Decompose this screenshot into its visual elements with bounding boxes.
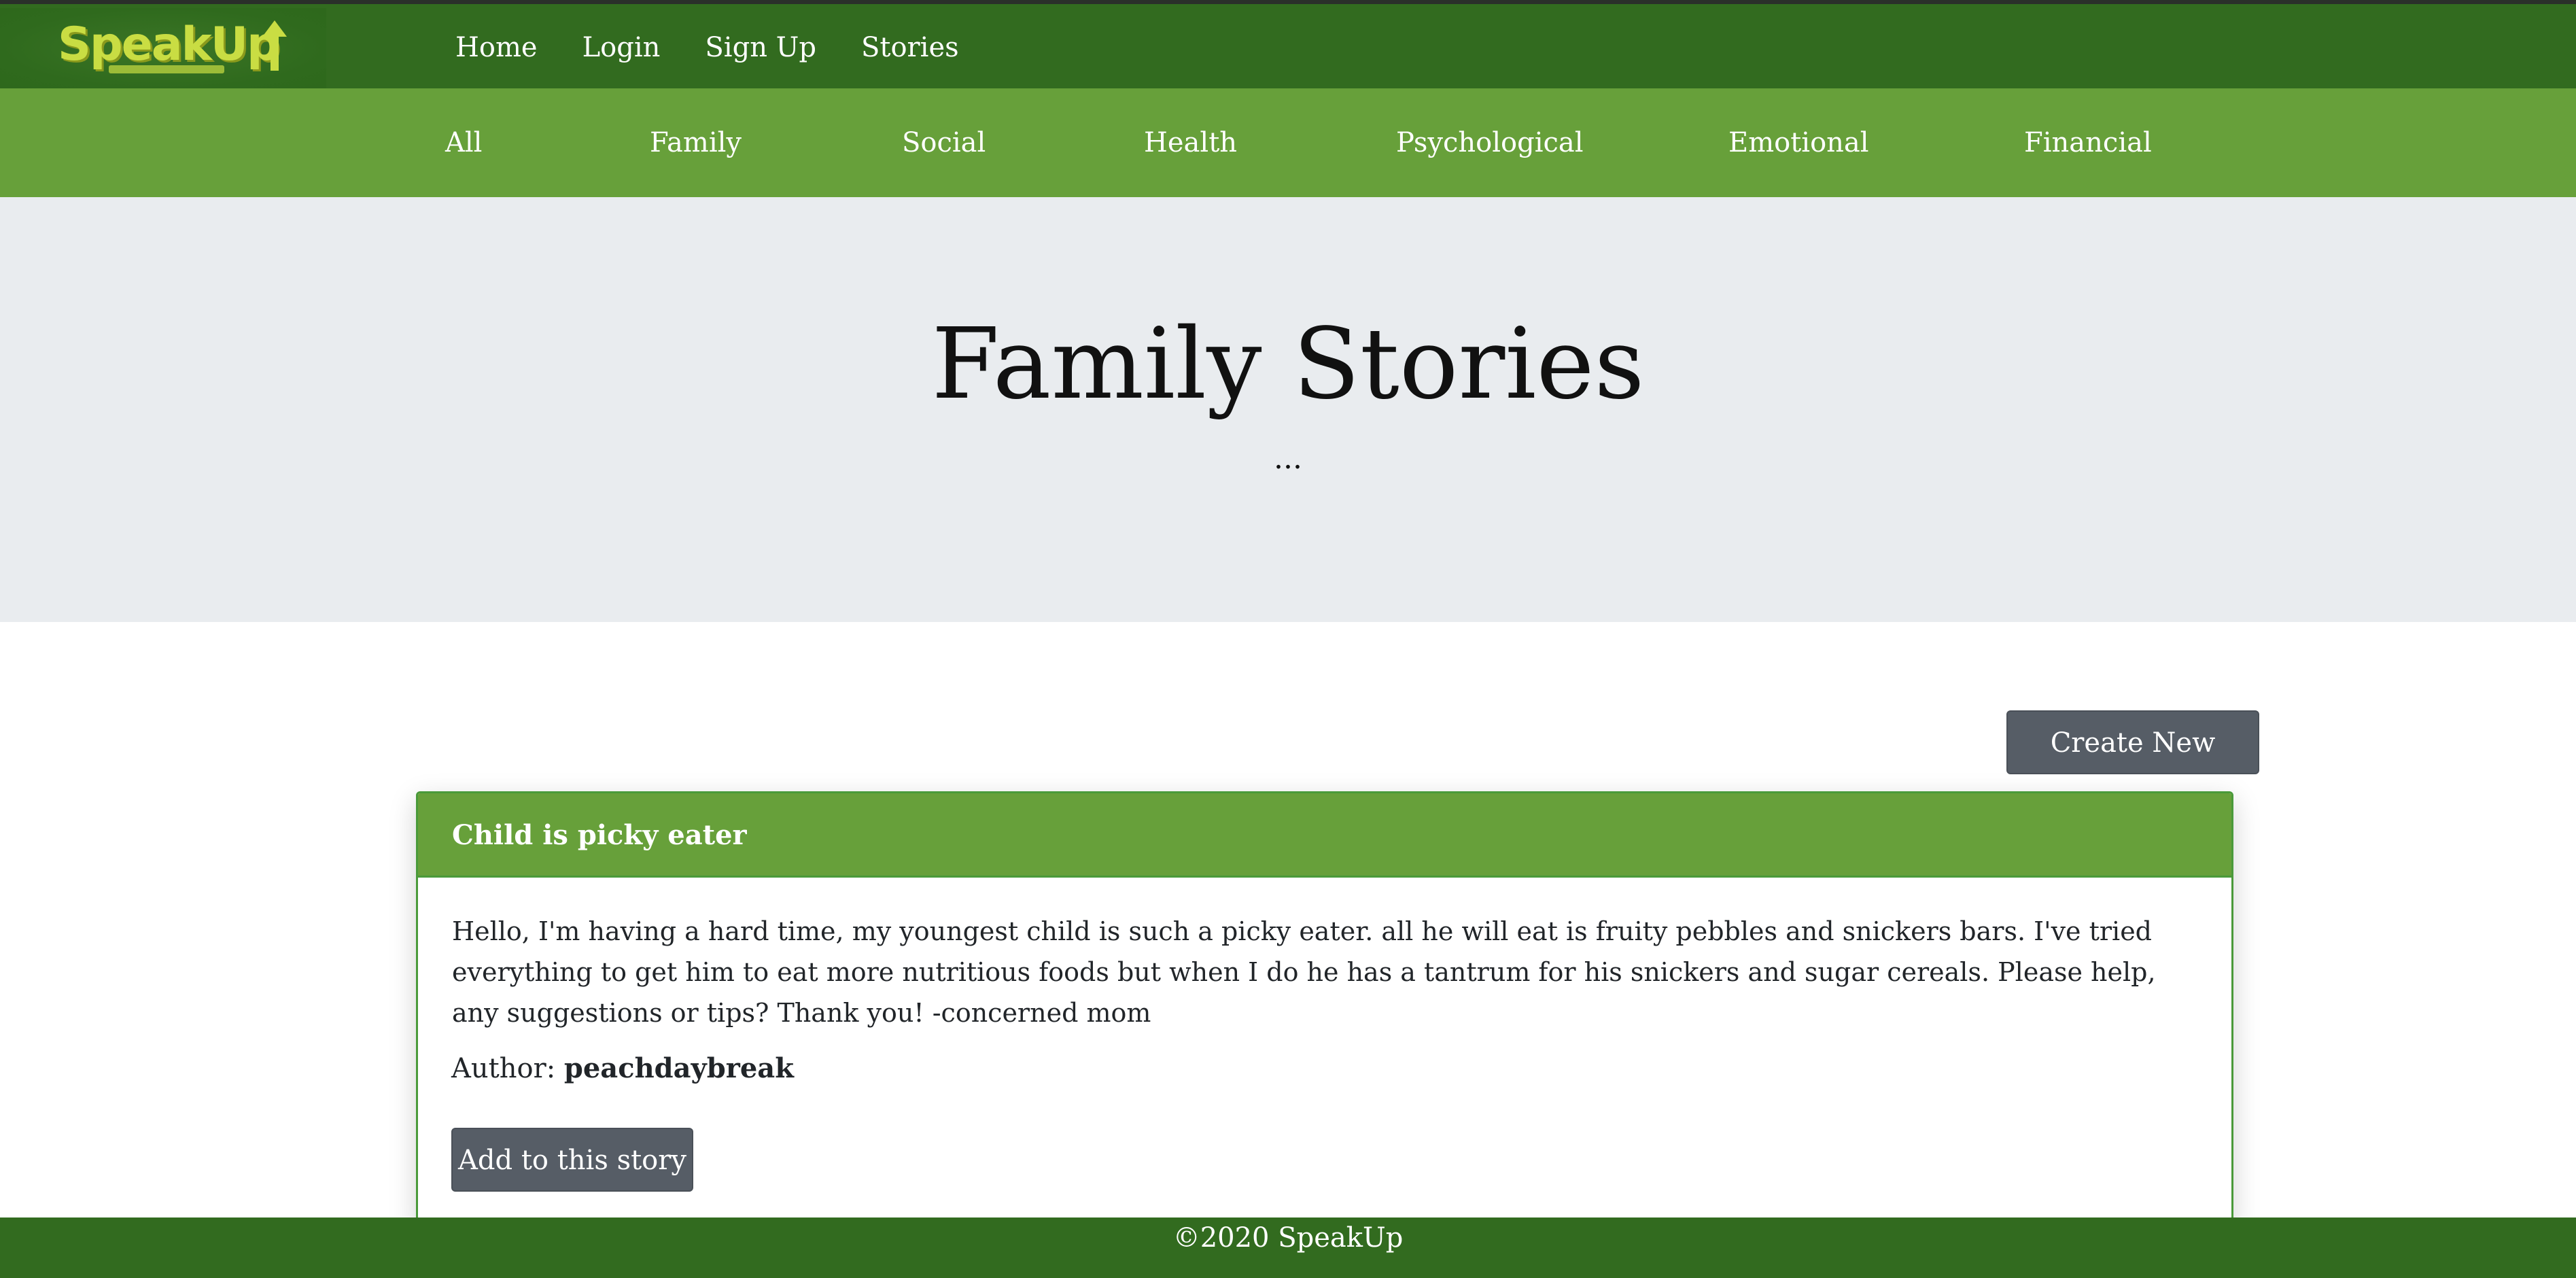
author-name: peachdaybreak xyxy=(563,1052,794,1084)
story-author-line: Author: peachdaybreak xyxy=(451,1052,794,1085)
create-new-story-button[interactable]: Create New Story xyxy=(2006,710,2259,820)
story-title: Child is picky eater xyxy=(452,819,747,851)
category-social[interactable]: Social xyxy=(902,126,986,159)
story-card-header: Child is picky eater xyxy=(418,793,2231,878)
author-label: Author: xyxy=(451,1053,556,1084)
category-all[interactable]: All xyxy=(445,126,482,159)
hero-jumbotron: Family Stories ... xyxy=(0,197,2576,622)
add-to-story-button[interactable]: Add to this story xyxy=(451,1128,693,1192)
page-subtitle: ... xyxy=(1274,441,1302,476)
page-title: Family Stories xyxy=(931,307,1645,421)
top-navbar: SpeakUp Home Login Sign Up Stories xyxy=(0,0,2576,88)
category-bar: All Family Social Health Psychological E… xyxy=(0,88,2576,197)
category-financial[interactable]: Financial xyxy=(2024,126,2152,159)
story-body: Hello, I'm having a hard time, my younge… xyxy=(452,916,2156,1028)
category-psychological[interactable]: Psychological xyxy=(1396,126,1584,159)
nav-signup-link[interactable]: Sign Up xyxy=(705,31,816,64)
category-family[interactable]: Family xyxy=(650,126,742,159)
main-nav: Home Login Sign Up Stories xyxy=(455,31,1004,64)
brand-logo[interactable]: SpeakUp xyxy=(0,8,326,88)
brand-logo-tagline xyxy=(109,65,224,73)
brand-logo-text: SpeakUp xyxy=(58,18,280,71)
category-health[interactable]: Health xyxy=(1144,126,1237,159)
footer: ©2020 SpeakUp xyxy=(0,1217,2576,1278)
nav-stories-link[interactable]: Stories xyxy=(861,31,959,64)
category-emotional[interactable]: Emotional xyxy=(1728,126,1869,159)
footer-copyright: ©2020 SpeakUp xyxy=(1172,1222,1404,1254)
up-arrow-icon xyxy=(262,20,287,71)
nav-home-link[interactable]: Home xyxy=(455,31,538,64)
nav-login-link[interactable]: Login xyxy=(582,31,661,64)
